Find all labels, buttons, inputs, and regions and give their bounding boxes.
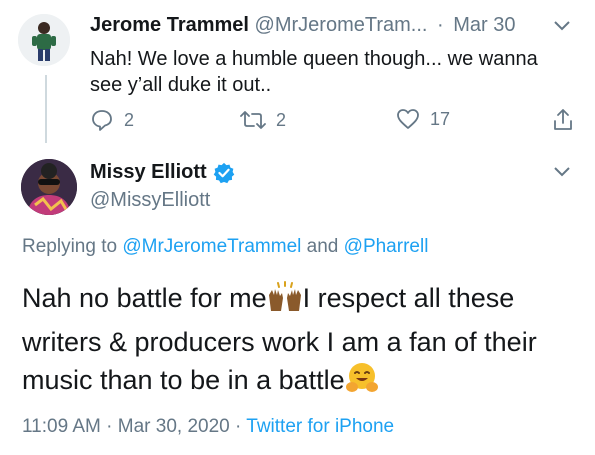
share-action[interactable]: [552, 108, 574, 132]
retweet-icon: [240, 111, 266, 129]
share-icon: [554, 109, 572, 130]
meta-separator-1: ·: [106, 416, 113, 437]
replying-to-user2-link[interactable]: @Pharrell: [344, 236, 429, 257]
reply-date[interactable]: Mar 30: [453, 14, 515, 36]
reply-tweet-text: Nah! We love a humble queen though... we…: [90, 48, 538, 96]
reply-author-handle[interactable]: @MrJeromeTram...: [255, 14, 428, 36]
reply-icon: [92, 110, 112, 131]
reply-tweet-actions: 2 2 17: [90, 108, 580, 138]
reply-action[interactable]: 2: [90, 108, 134, 132]
meta-separator-2: ·: [235, 416, 242, 437]
replying-to-line: Replying to @MrJeromeTrammel and @Pharre…: [22, 236, 428, 258]
tweet-source-link[interactable]: Twitter for iPhone: [246, 416, 394, 437]
main-tweet-text: Nah no battle for me I respect all these…: [22, 279, 582, 405]
missy-avatar[interactable]: [21, 159, 77, 215]
tweet-date[interactable]: Mar 30, 2020: [118, 416, 230, 437]
chevron-down-icon[interactable]: [553, 166, 571, 178]
replying-to-and: and: [306, 236, 339, 257]
tweet-meta: 11:09 AM · Mar 30, 2020 · Twitter for iP…: [22, 416, 394, 438]
jerome-avatar[interactable]: [18, 14, 70, 66]
main-author[interactable]: Missy Elliott: [90, 161, 235, 184]
reply-author-name[interactable]: Jerome Trammel: [90, 14, 249, 36]
thread-connector-line: [45, 75, 47, 143]
reply-count: 2: [124, 109, 135, 130]
raising-hands-emoji: [267, 281, 303, 323]
heart-icon: [397, 109, 419, 129]
replying-to-label: Replying to: [22, 236, 118, 257]
main-author-handle[interactable]: @MissyElliott: [90, 189, 210, 212]
main-author-name[interactable]: Missy Elliott: [90, 161, 207, 184]
header-separator: ·: [437, 14, 444, 36]
retweet-count: 2: [276, 109, 287, 130]
tweet-time[interactable]: 11:09 AM: [22, 416, 101, 437]
replying-to-user1-link[interactable]: @MrJeromeTrammel: [122, 236, 301, 257]
retweet-action[interactable]: 2: [240, 108, 286, 132]
like-count: 17: [430, 108, 451, 129]
reply-tweet-header: Jerome Trammel @MrJeromeTram... · Mar 30: [90, 14, 516, 37]
chevron-down-icon[interactable]: [553, 20, 571, 32]
verified-badge-icon: [213, 162, 234, 183]
like-action[interactable]: 17: [396, 108, 450, 130]
hugging-face-emoji: [345, 361, 379, 405]
main-text-part1: Nah no battle for me: [22, 283, 267, 313]
